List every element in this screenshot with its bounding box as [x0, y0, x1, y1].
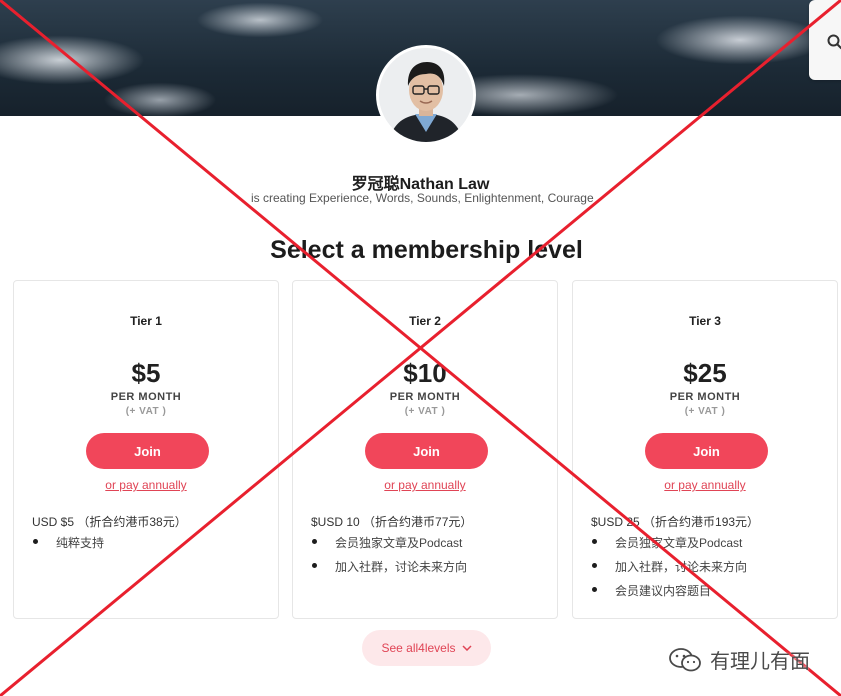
join-button[interactable]: Join [86, 433, 209, 469]
tier-period: PER MONTH [389, 391, 461, 403]
wechat-icon [669, 647, 701, 671]
benefit-item: 纯粹支持 [32, 534, 104, 558]
benefit-item: 会员独家文章及Podcast [311, 534, 467, 558]
benefit-list: 会员独家文章及Podcast 加入社群，讨论未来方向 会员建议内容题目 [591, 534, 747, 606]
benefit-item: 会员建议内容题目 [591, 582, 747, 606]
watermark-text: 有理儿有面 [710, 651, 810, 673]
benefit-list: 纯粹支持 [32, 534, 104, 558]
tier-period: PER MONTH [669, 391, 741, 403]
see-all-label: See all4levels [381, 641, 456, 655]
benefit-item: 加入社群，讨论未来方向 [311, 558, 467, 582]
search-box[interactable] [809, 0, 841, 80]
search-icon[interactable] [827, 34, 841, 50]
tier-summary: $USD 10 （折合约港币77元） [311, 515, 473, 529]
tier-card-1: Tier 1 $5 PER MONTH (+ VAT ) Join or pay… [13, 280, 279, 619]
tier-name: Tier 3 [689, 314, 721, 328]
tier-price: $5 [131, 358, 161, 388]
see-all-levels-button[interactable]: See all4levels [362, 630, 491, 666]
pay-annually-link[interactable]: or pay annually [14, 478, 278, 492]
benefit-item: 会员独家文章及Podcast [591, 534, 747, 558]
tier-card-3: Tier 3 $25 PER MONTH (+ VAT ) Join or pa… [572, 280, 838, 619]
pay-annually-link[interactable]: or pay annually [573, 478, 837, 492]
creator-description: is creating Experience, Words, Sounds, E… [251, 191, 594, 205]
tier-summary: $USD 25 （折合约港币193元） [591, 515, 760, 529]
pay-annually-link[interactable]: or pay annually [293, 478, 557, 492]
tier-summary: USD $5 （折合约港币38元） [32, 515, 187, 529]
tier-card-2: Tier 2 $10 PER MONTH (+ VAT ) Join or pa… [292, 280, 558, 619]
join-button[interactable]: Join [365, 433, 488, 469]
avatar [376, 45, 476, 145]
tier-vat: (+ VAT ) [684, 406, 726, 417]
tier-vat: (+ VAT ) [404, 406, 446, 417]
join-button[interactable]: Join [645, 433, 768, 469]
benefit-item: 加入社群，讨论未来方向 [591, 558, 747, 582]
tier-period: PER MONTH [110, 391, 182, 403]
chevron-down-icon [461, 645, 472, 651]
tier-name: Tier 2 [409, 314, 441, 328]
tier-price: $10 [403, 358, 447, 388]
tier-price: $25 [683, 358, 727, 388]
benefit-list: 会员独家文章及Podcast 加入社群，讨论未来方向 [311, 534, 467, 582]
section-title: Select a membership level [270, 236, 583, 264]
tier-vat: (+ VAT ) [125, 406, 167, 417]
tier-name: Tier 1 [130, 314, 162, 328]
watermark: 有理儿有面 [668, 645, 810, 674]
